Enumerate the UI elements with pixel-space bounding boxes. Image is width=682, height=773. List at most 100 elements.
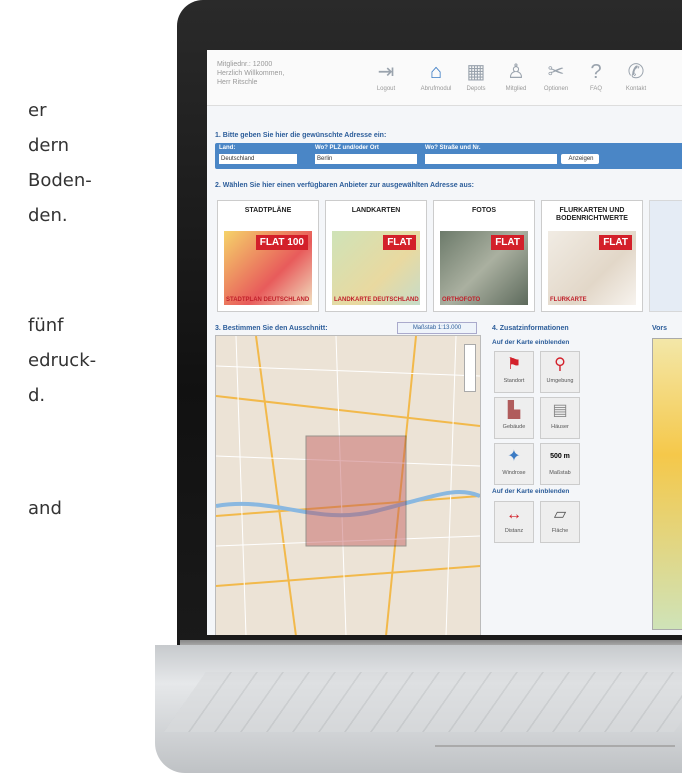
button-label: Standort <box>503 378 525 384</box>
tile-caption: FLURKARTE <box>550 297 587 303</box>
nav-logout[interactable]: ⇥ Logout <box>367 58 405 100</box>
windrose-button[interactable]: ✦ Windrose <box>494 443 534 485</box>
scale-badge: 500 m <box>550 453 570 460</box>
button-label: Windrose <box>502 470 526 476</box>
distance-icon: ↔ <box>506 506 522 523</box>
nav-label: Depots <box>466 86 486 92</box>
scale-icon: 500 m <box>541 444 579 470</box>
tile-stadtplaene[interactable]: STADTPLÄNE FLAT 100 STADTPLAN DEUTSCHLAN… <box>217 200 319 312</box>
nav-label: Mitglied <box>505 86 527 92</box>
tile-more[interactable] <box>649 200 682 312</box>
button-label: Maßstab <box>549 470 571 476</box>
tile-title: FOTOS <box>472 207 496 214</box>
ort-input[interactable]: Berlin <box>315 154 417 164</box>
tile-flurkarten[interactable]: FLURKARTEN UND BODENRICHTWERTE FLAT FLUR… <box>541 200 643 312</box>
tile-title: LANDKARTEN <box>351 207 401 214</box>
text-line: dern <box>28 135 69 156</box>
nav-label: Abrufmodul <box>420 86 452 92</box>
standort-button[interactable]: ⚑ Standort <box>494 351 534 393</box>
tile-landkarten[interactable]: LANDKARTEN FLAT LANDKARTE DEUTSCHLAND <box>325 200 427 312</box>
area-icon: ▱ <box>553 506 567 523</box>
user-icon: ♙ <box>507 61 525 83</box>
button-label: Fläche <box>551 528 569 534</box>
gebaeude-button[interactable]: ▙ Gebäude <box>494 397 534 439</box>
tile-image: FLAT LANDKARTE DEUTSCHLAND <box>332 231 420 305</box>
scale-display: Maßstab 1:13.000 <box>397 322 477 334</box>
additional-info-panel: 4. Zusatzinformationen Auf der Karte ein… <box>492 325 632 543</box>
app-screen: Mitgliednr.: 12000 Herzlich Willkommen, … <box>207 50 682 635</box>
map-view[interactable] <box>215 335 481 635</box>
button-label: Gebäude <box>502 424 526 430</box>
flaeche-button[interactable]: ▱ Fläche <box>540 501 580 543</box>
home-icon: ⌂ <box>429 61 443 83</box>
nav-faq[interactable]: ? FAQ <box>577 58 615 100</box>
button-label: Häuser <box>551 424 569 430</box>
calendar-icon: ▦ <box>466 61 486 83</box>
member-number: Mitgliednr.: 12000 <box>217 61 273 68</box>
nav-label: Logout <box>376 86 396 92</box>
group-title: Auf der Karte einblenden <box>492 488 570 495</box>
nav-label: FAQ <box>589 86 602 92</box>
nav-mitglied[interactable]: ♙ Mitglied <box>497 58 535 100</box>
haeuser-button[interactable]: ▤ Häuser <box>540 397 580 439</box>
nav-optionen[interactable]: ✂ Optionen <box>537 58 575 100</box>
preview-pane <box>652 338 682 630</box>
tile-image: FLAT ORTHOFOTO <box>440 231 528 305</box>
step2-title: 2. Wählen Sie hier einen verfügbaren Anb… <box>215 182 474 189</box>
user-name: Herr Ritschle <box>217 79 258 86</box>
text-line: den. <box>28 205 68 226</box>
ort-label: Wo? PLZ und/oder Ort <box>315 145 379 151</box>
nav-abrufmodul[interactable]: ⌂ Abrufmodul <box>417 58 455 100</box>
text-line: er <box>28 100 47 121</box>
text-line: and <box>28 498 62 519</box>
flat-badge: FLAT <box>383 235 416 250</box>
massstab-button[interactable]: 500 m Maßstab <box>540 443 580 485</box>
text-line: Boden- <box>28 170 92 191</box>
help-icon: ? <box>590 61 602 83</box>
flat-badge: FLAT <box>599 235 632 250</box>
tile-caption: ORTHOFOTO <box>442 297 481 303</box>
step1-title: 1. Bitte geben Sie hier die gewünschte A… <box>215 132 387 139</box>
tile-image: FLAT 100 STADTPLAN DEUTSCHLAND <box>224 231 312 305</box>
street-label: Wo? Straße und Nr. <box>425 145 481 151</box>
tile-caption: STADTPLAN DEUTSCHLAND <box>226 297 310 303</box>
nav-depots[interactable]: ▦ Depots <box>457 58 495 100</box>
text-line: fünf <box>28 315 64 336</box>
text-line: d. <box>28 385 46 406</box>
keyboard <box>163 672 682 732</box>
welcome-text: Herzlich Willkommen, <box>217 70 285 77</box>
show-button[interactable]: Anzeigen <box>561 154 599 164</box>
land-label: Land: <box>219 145 236 151</box>
flag-icon: ⚑ <box>506 356 522 373</box>
preview-label: Vors <box>652 325 668 332</box>
step3-title: 3. Bestimmen Sie den Ausschnitt: <box>215 325 328 332</box>
logout-icon: ⇥ <box>377 61 395 83</box>
tile-title: STADTPLÄNE <box>244 207 292 214</box>
laptop: Mitgliednr.: 12000 Herzlich Willkommen, … <box>155 0 682 773</box>
flat-badge: FLAT <box>491 235 524 250</box>
zoom-control[interactable] <box>464 344 476 392</box>
group-title: Auf der Karte einblenden <box>492 339 570 346</box>
distanz-button[interactable]: ↔ Distanz <box>494 501 534 543</box>
app-header: Mitgliednr.: 12000 Herzlich Willkommen, … <box>207 50 682 106</box>
tile-title: FLURKARTEN UND BODENRICHTWERTE <box>556 207 628 222</box>
land-select[interactable]: Deutschland <box>219 154 297 164</box>
button-label: Distanz <box>504 528 524 534</box>
building-icon: ▙ <box>507 402 521 419</box>
trackpad <box>435 745 675 767</box>
umgebung-button[interactable]: ⚲ Umgebung <box>540 351 580 393</box>
flat-badge: FLAT 100 <box>255 235 308 250</box>
phone-icon: ✆ <box>627 61 645 83</box>
compass-icon: ✦ <box>507 448 521 465</box>
tile-fotos[interactable]: FOTOS FLAT ORTHOFOTO <box>433 200 535 312</box>
nav-label: Kontakt <box>625 86 647 92</box>
tile-caption: LANDKARTE DEUTSCHLAND <box>334 297 419 303</box>
member-info: Mitgliednr.: 12000 Herzlich Willkommen, … <box>217 60 284 87</box>
address-bar: Land: Deutschland Wo? PLZ und/oder Ort B… <box>215 143 682 169</box>
street-input[interactable] <box>425 154 557 164</box>
nav-label: Optionen <box>543 86 569 92</box>
text-line: edruck- <box>28 350 97 371</box>
houses-icon: ▤ <box>552 402 568 419</box>
nav-kontakt[interactable]: ✆ Kontakt <box>617 58 655 100</box>
tools-icon: ✂ <box>547 61 565 83</box>
